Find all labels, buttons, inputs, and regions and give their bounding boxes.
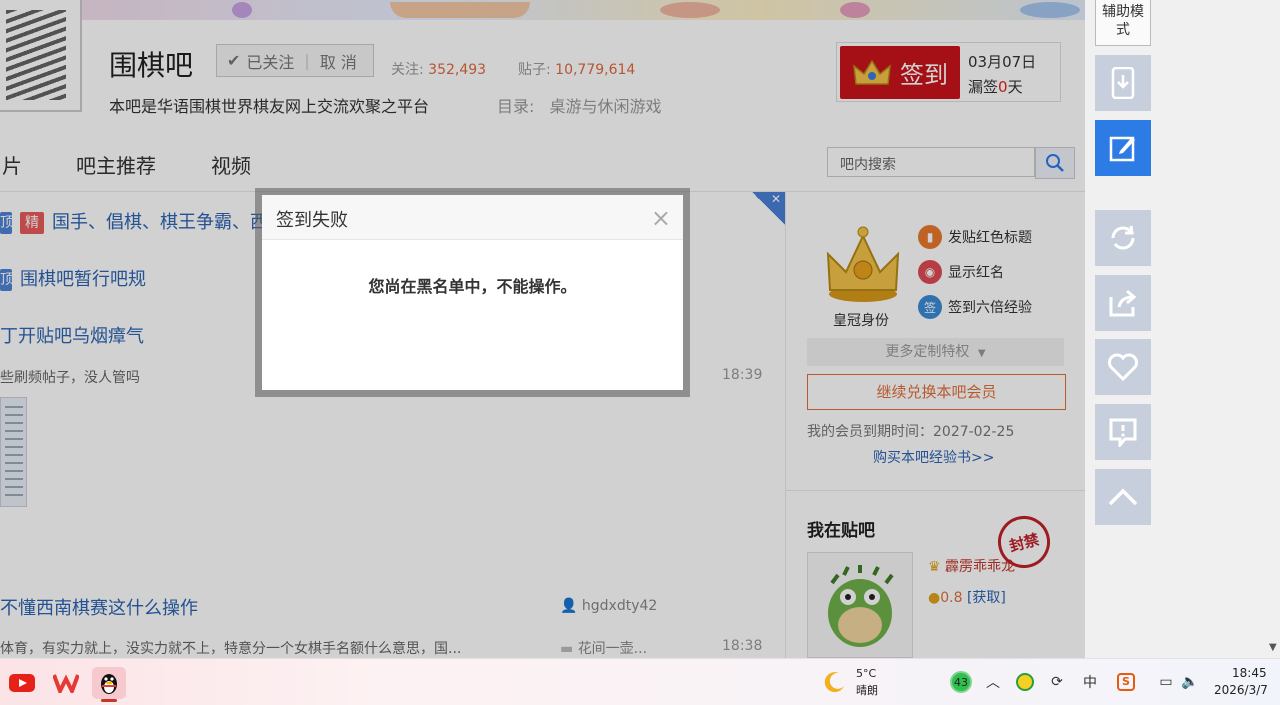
signin-failed-dialog: 签到失败 × 您尚在黑名单中，不能操作。 — [262, 195, 683, 390]
assist-mode-button[interactable]: 辅助模式 — [1095, 0, 1151, 46]
phone-download-icon — [1111, 67, 1135, 99]
ime-indicator[interactable]: 中 — [1078, 670, 1102, 694]
back-to-top-button[interactable] — [1095, 469, 1151, 525]
qq-app-button[interactable] — [92, 667, 126, 702]
dialog-header: 签到失败 × — [262, 195, 683, 240]
favorite-button[interactable] — [1095, 339, 1151, 395]
volume-icon[interactable]: 🔈 — [1178, 670, 1202, 694]
dialog-title: 签到失败 — [276, 210, 348, 231]
refresh-icon — [1111, 225, 1135, 250]
report-icon — [1109, 418, 1137, 447]
scroll-down-icon[interactable]: ▼ — [1269, 642, 1277, 653]
app-tray-icon[interactable] — [1013, 670, 1037, 694]
clock-time[interactable]: 18:45 — [1232, 666, 1267, 680]
qq-penguin-icon — [101, 674, 117, 694]
network-icon[interactable]: ▭ — [1154, 670, 1178, 694]
close-icon[interactable]: × — [651, 204, 671, 232]
share-icon — [1109, 289, 1137, 317]
edit-icon — [1109, 136, 1135, 162]
download-app-button[interactable] — [1095, 55, 1151, 111]
heart-icon — [1108, 353, 1138, 381]
sogou-icon[interactable]: S — [1114, 670, 1138, 694]
wps-icon — [53, 674, 79, 693]
weather-temp[interactable]: 5°C — [856, 667, 876, 680]
write-post-button[interactable] — [1095, 120, 1151, 176]
report-button[interactable] — [1095, 404, 1151, 460]
moon-weather-icon[interactable] — [823, 670, 847, 694]
tray-expand-icon[interactable]: ︿ — [981, 670, 1005, 694]
wps-app-button[interactable] — [49, 667, 83, 699]
dialog-message: 您尚在黑名单中，不能操作。 — [368, 277, 577, 296]
badge-count: 43 — [950, 671, 972, 693]
security-badge-icon[interactable]: 43 — [949, 670, 973, 694]
refresh-button[interactable] — [1095, 210, 1151, 266]
sync-icon[interactable]: ⟳ — [1045, 670, 1069, 694]
weather-desc[interactable]: 晴朗 — [856, 682, 878, 698]
youtube-icon — [9, 674, 35, 692]
share-button[interactable] — [1095, 275, 1151, 331]
clock-date[interactable]: 2026/3/7 — [1214, 683, 1268, 697]
chevron-up-icon — [1108, 488, 1138, 506]
youtube-app-button[interactable] — [5, 667, 39, 699]
page-scrollbar[interactable]: ▼ — [1266, 0, 1280, 658]
